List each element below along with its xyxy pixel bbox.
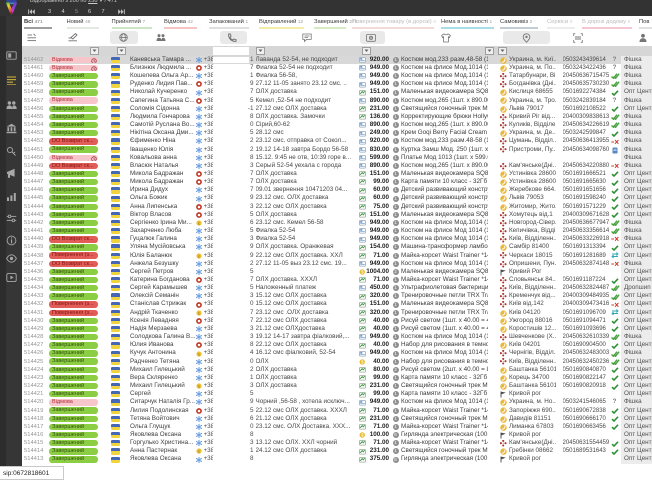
svg-text:c: c [198,221,200,225]
svg-text:c: c [198,385,200,389]
svg-text:c: c [198,311,200,315]
svg-text:c: c [198,254,200,258]
svg-text:c: c [198,450,200,454]
svg-text:c: c [198,352,200,356]
